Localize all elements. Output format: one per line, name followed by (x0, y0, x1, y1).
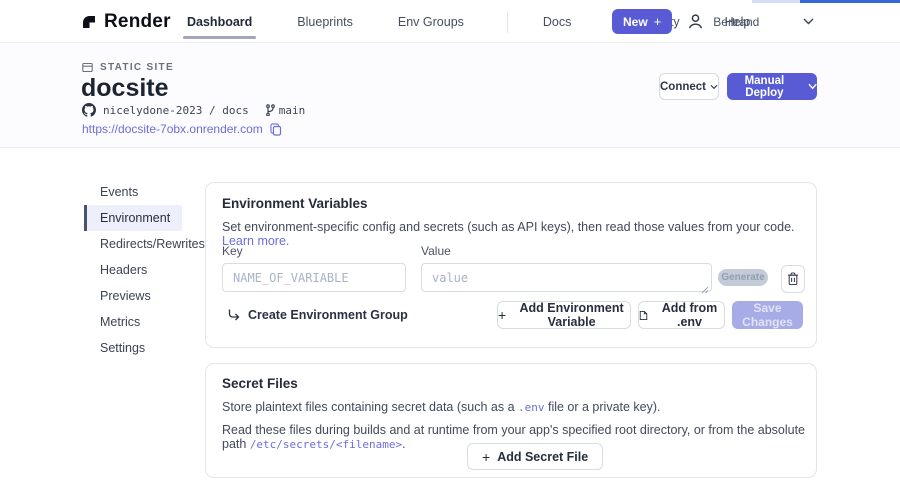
delete-variable-button[interactable] (781, 265, 805, 293)
service-url-row: https://docsite-7obx.onrender.com (82, 122, 282, 136)
secrets-path-code: /etc/secrets/<filename> (250, 438, 402, 451)
render-logo[interactable]: Render (80, 0, 171, 43)
nav-item-blueprints[interactable]: Blueprints (295, 0, 355, 43)
service-type-row: STATIC SITE (82, 62, 174, 73)
secret-card-title: Secret Files (222, 376, 298, 391)
save-changes-button[interactable]: Save Changes (732, 301, 803, 329)
repo-row: nicelydone-2023 / docs main (82, 103, 305, 117)
add-from-env-button[interactable]: Add from .env (638, 301, 725, 329)
file-icon (639, 309, 648, 322)
new-button[interactable]: New + (612, 9, 672, 34)
render-logo-icon (80, 13, 97, 30)
elbow-arrow-icon (227, 308, 240, 321)
service-sidebar: Events Environment Redirects/Rewrites He… (84, 179, 182, 361)
render-logo-text: Render (104, 11, 171, 33)
branch-row: main (265, 104, 306, 117)
chevron-down-icon (808, 83, 817, 90)
sidebar-item-events[interactable]: Events (84, 179, 182, 205)
connect-button[interactable]: Connect (659, 73, 719, 100)
nav-item-env-groups[interactable]: Env Groups (396, 0, 466, 43)
plus-icon: + (654, 14, 662, 29)
user-avatar-icon[interactable] (686, 12, 705, 31)
key-label: Key (222, 244, 243, 258)
manual-deploy-button[interactable]: Manual Deploy (727, 73, 817, 100)
add-secret-file-button[interactable]: + Add Secret File (467, 443, 603, 470)
loading-progress-bar (800, 0, 900, 3)
github-icon (82, 103, 96, 117)
service-url-link[interactable]: https://docsite-7obx.onrender.com (82, 122, 263, 136)
user-name: Bertrand (713, 15, 759, 29)
key-input[interactable] (222, 263, 406, 292)
top-navigation: Render Dashboard Blueprints Env Groups D… (0, 0, 900, 43)
nav-item-docs[interactable]: Docs (541, 0, 573, 43)
git-branch-icon (265, 104, 275, 116)
user-menu-chevron-down-icon[interactable] (803, 18, 814, 25)
env-card-title: Environment Variables (222, 196, 368, 211)
value-input[interactable] (421, 263, 712, 292)
repo-name[interactable]: nicelydone-2023 / docs (103, 104, 249, 117)
value-label: Value (421, 244, 451, 258)
sidebar-item-redirects-rewrites[interactable]: Redirects/Rewrites (84, 231, 182, 257)
sidebar-item-previews[interactable]: Previews (84, 283, 182, 309)
chevron-down-icon (710, 84, 718, 90)
add-environment-variable-button[interactable]: + Add Environment Variable (497, 301, 631, 329)
sidebar-item-environment[interactable]: Environment (84, 205, 182, 231)
trash-icon (787, 272, 799, 286)
nav-item-dashboard[interactable]: Dashboard (185, 0, 254, 43)
loading-bar-track (752, 0, 800, 3)
plus-icon: + (482, 450, 490, 464)
generate-button[interactable]: Generate (718, 269, 768, 286)
sidebar-item-headers[interactable]: Headers (84, 257, 182, 283)
page-title: docsite (81, 74, 169, 103)
nav-divider (507, 11, 508, 33)
static-site-icon (82, 62, 93, 73)
nav-right-section: New + Bertrand (612, 0, 900, 43)
environment-variables-card: Environment Variables Set environment-sp… (205, 182, 817, 348)
sidebar-item-settings[interactable]: Settings (84, 335, 182, 361)
copy-url-icon[interactable] (270, 123, 282, 136)
sidebar-item-metrics[interactable]: Metrics (84, 309, 182, 335)
plus-icon: + (498, 308, 506, 322)
secret-card-line1: Store plaintext files containing secret … (222, 400, 661, 414)
secret-files-card: Secret Files Store plaintext files conta… (205, 363, 817, 478)
service-header: STATIC SITE docsite nicelydone-2023 / do… (0, 44, 900, 148)
create-environment-group-link[interactable]: Create Environment Group (227, 301, 408, 328)
env-card-description: Set environment-specific config and secr… (222, 220, 816, 248)
branch-name: main (279, 104, 306, 117)
service-type-label: STATIC SITE (100, 62, 174, 73)
env-file-code: .env (518, 401, 545, 414)
